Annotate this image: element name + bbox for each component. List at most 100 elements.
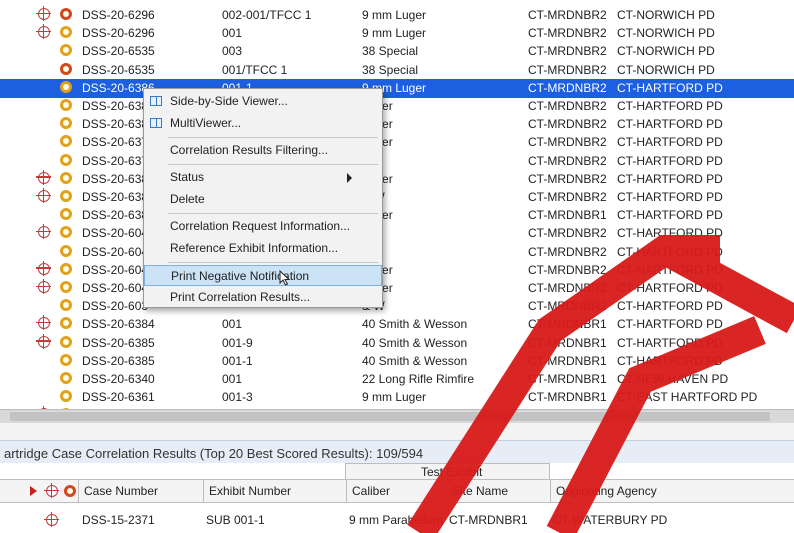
cell-exhibit: 001 [222, 317, 243, 332]
cell-site: CT-MRDNBR1 [528, 208, 607, 223]
results-list: DSS-20-6296 002-001/TFCC 1 9 mm Luger CT-MR… [0, 0, 794, 422]
table-row[interactable]: DSS-20-6535 003 38 Special CT-MRDNBR2 CT-NOR… [0, 42, 794, 61]
status-dot-icon [60, 44, 72, 57]
table-row[interactable]: DSS-20-637itoCT-MRDNBR2CT-HARTFORD PD [0, 152, 794, 171]
cell-case: DSS-20-6296 [82, 8, 155, 22]
menu-item-delete[interactable]: Delete [144, 189, 382, 210]
table-row[interactable]: DSS-20-604LugerCT-MRDNBR2CT-HARTFORD PD [0, 279, 794, 298]
table-row[interactable]: DSS-20-6296 002-001/TFCC 1 9 mm Luger CT-MR… [0, 6, 794, 25]
horizontal-scrollbar[interactable] [0, 409, 794, 423]
menu-item-multiviewer[interactable]: MultiViewer... [144, 113, 382, 134]
cell-site: CT-MRDNBR2 [528, 8, 607, 22]
column-header-site[interactable]: Site Name [446, 480, 550, 502]
multiviewer-icon [150, 118, 162, 128]
cell-caliber: 22 Long Rifle Rimfire [362, 372, 475, 386]
status-dot-icon [60, 62, 72, 75]
cell-agency: CT-EAST HARTFORD PD [617, 390, 758, 405]
menu-item-print-correlation-results[interactable]: Print Correlation Results... [144, 287, 382, 308]
status-dot-icon [60, 26, 72, 39]
cell-agency: CT-HARTFORD PD [617, 208, 723, 223]
menu-item-label: Side-by-Side Viewer... [170, 94, 288, 108]
status-dot-icon [60, 281, 72, 293]
table-row[interactable]: DSS-20-6384 001 40 Smith & Wesson CT-MRDNBR… [0, 315, 794, 334]
menu-item-print-negative-notification[interactable]: Print Negative Notification [144, 265, 382, 286]
status-dot-icon [60, 372, 72, 384]
menu-item-reference-exhibit-information[interactable]: Reference Exhibit Information... [144, 238, 382, 259]
menu-item-label: MultiViewer... [170, 116, 242, 130]
column-header-row: Case Number Exhibit Number Caliber Site … [0, 479, 794, 503]
cell-caliber: 9 mm Luger [362, 26, 427, 41]
table-row[interactable]: DSS-20-637LugerCT-MRDNBR2CT-HARTFORD PD [0, 133, 794, 152]
cell-exhibit: 001-1 [222, 353, 253, 368]
table-row[interactable]: DSS-20-638& WCT-MRDNBR2CT-HARTFORD PD [0, 188, 794, 207]
cell-site: CT-MRDNBR1 [528, 335, 607, 350]
crosshair-icon [36, 333, 51, 349]
cell-case: DSS-20-6340 [82, 372, 155, 386]
cell-case: DSS-20-638 [82, 99, 149, 113]
table-row[interactable]: DSS-20-6385 001-9 40 Smith & Wesson CT-MRDN… [0, 333, 794, 353]
mouse-pointer-icon [279, 270, 291, 286]
scrollbar-thumb[interactable] [10, 412, 770, 421]
cell-case: DSS-20-638 [82, 117, 149, 132]
cell-agency: CT-HARTFORD PD [617, 190, 723, 204]
column-header-exhibit[interactable]: Exhibit Number [203, 480, 346, 502]
cell-caliber: 40 Smith & Wesson [362, 335, 468, 350]
submenu-arrow-icon [347, 173, 352, 183]
context-menu: Side-by-Side Viewer... MultiViewer... Corr… [143, 88, 383, 308]
cell-site: CT-MRDNBR2 [528, 80, 607, 95]
table-row[interactable]: DSS-15-2371 SUB 001-1 9 mm Parabellum CT… [0, 510, 794, 529]
crosshair-icon [36, 6, 51, 21]
cell-case: DSS-20-6385 [82, 335, 155, 350]
table-row[interactable]: DSS-20-604itoCT-MRDNBR2CT-HARTFORD PD [0, 243, 794, 262]
cell-exhibit: 001 [222, 372, 243, 386]
menu-item-status[interactable]: Status [144, 167, 382, 188]
status-dot-header-icon [64, 485, 76, 497]
status-dot-icon [60, 244, 72, 257]
status-dot-icon [60, 262, 72, 275]
cell-exhibit: 003 [222, 44, 243, 59]
status-dot-icon [60, 99, 72, 111]
table-row[interactable]: DSS-20-604itoCT-MRDNBR2CT-HARTFORD PD [0, 224, 794, 243]
table-row[interactable]: DSS-20-6340 001 22 Long Rifle Rimfire CT-MR… [0, 370, 794, 389]
cell-case: DSS-20-638 [82, 171, 149, 186]
crosshair-icon [44, 512, 59, 527]
table-row[interactable]: DSS-20-6386001-19 mm LugerCT-MRDNBR2CT-H… [0, 78, 794, 98]
panel-title-text: artridge Case Correlation Results (Top 2… [4, 446, 424, 461]
status-dot-icon [60, 153, 72, 166]
menu-item-correlation-request-information[interactable]: Correlation Request Information... [144, 216, 382, 237]
column-header-case[interactable]: Case Number [78, 480, 203, 502]
table-row[interactable]: DSS-20-6535 001/TFCC 1 38 Special CT-MRDNBR… [0, 61, 794, 80]
cell-exhibit: 002-001/TFCC 1 [222, 8, 312, 22]
status-dot-icon [60, 335, 72, 348]
column-header-agency[interactable]: Originating Agency [550, 480, 794, 502]
menu-item-side-by-side-viewer[interactable]: Side-by-Side Viewer... [144, 91, 382, 112]
table-row[interactable]: DSS-20-638LugerCT-MRDNBR1CT-HARTFORD PD [0, 206, 794, 225]
crosshair-icon [36, 260, 51, 276]
table-row[interactable]: DSS-20-638LugerCT-MRDNBR2CT-HARTFORD PD [0, 97, 794, 116]
cell-agency: CT-HARTFORD PD [617, 335, 723, 350]
table-row[interactable]: DSS-20-603& WCT-MRDNBR2CT-HARTFORD PD [0, 297, 794, 316]
status-dot-icon [60, 117, 72, 130]
flag-icon [30, 486, 37, 496]
status-dot-icon [60, 190, 72, 202]
table-row[interactable]: DSS-20-6361 001-3 9 mm Luger CT-MRDNBR1 CT-E… [0, 388, 794, 407]
table-row[interactable]: DSS-20-604LugerCT-MRDNBR2CT-HARTFORD PD [0, 260, 794, 280]
cell-case: DSS-20-604 [82, 226, 149, 241]
cell-agency: CT-HARTFORD PD [617, 353, 723, 368]
table-row[interactable]: DSS-20-638LugerCT-MRDNBR2CT-HARTFORD PD [0, 169, 794, 189]
column-header-caliber[interactable]: Caliber [346, 480, 446, 502]
crosshair-icon [36, 224, 51, 240]
table-row[interactable]: DSS-20-6296 001 9 mm Luger CT-MRDNBR2 CT-NOR… [0, 24, 794, 43]
menu-item-label: Status [170, 170, 205, 184]
cell-case: DSS-20-6296 [82, 26, 155, 41]
table-row[interactable]: DSS-20-638LugerCT-MRDNBR2CT-HARTFORD PD [0, 115, 794, 134]
status-dot-icon [60, 135, 72, 148]
menu-item-correlation-results-filtering[interactable]: Correlation Results Filtering... [144, 140, 382, 161]
crosshair-icon [36, 279, 51, 294]
cell-agency: CT-HARTFORD PD [617, 317, 723, 332]
status-dot-icon [60, 208, 72, 221]
cell-agency: CT-NORWICH PD [617, 62, 715, 77]
cell-caliber: 9 mm Luger [362, 8, 427, 22]
table-row[interactable]: DSS-20-6385 001-1 40 Smith & Wesson CT-MRDN… [0, 352, 794, 371]
cell-case: DSS-20-603 [82, 299, 149, 314]
